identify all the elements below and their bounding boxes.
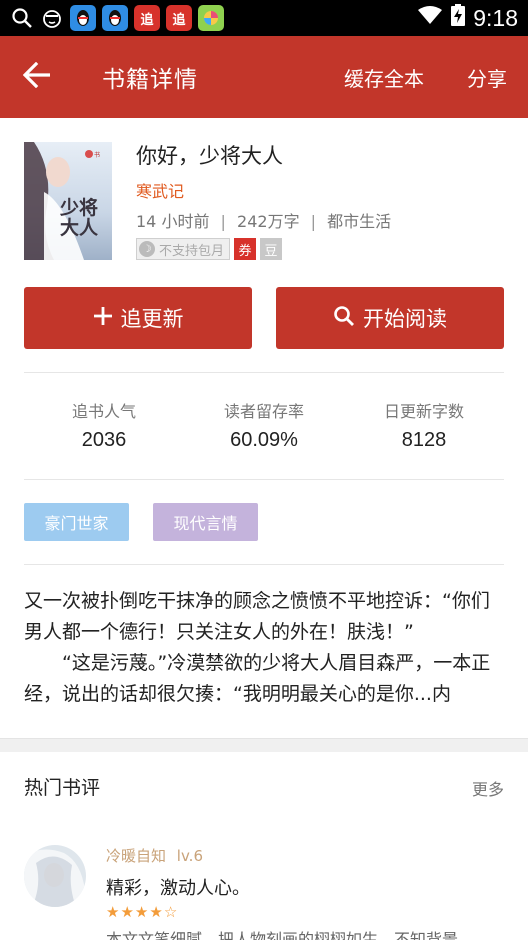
- divider: [24, 372, 504, 373]
- star-filled-icon: ★: [134, 903, 150, 921]
- stat-label: 日更新字数: [383, 402, 464, 421]
- divider: [24, 479, 504, 480]
- stat-label: 读者留存率: [223, 402, 304, 421]
- game-app-icon: [198, 5, 224, 31]
- book-author[interactable]: 寒武记: [136, 178, 184, 202]
- wifi-icon: [417, 5, 443, 31]
- stat-value: 2036: [81, 429, 127, 451]
- star-filled-icon: ★: [120, 903, 135, 921]
- page-title: 书籍详情: [102, 67, 198, 93]
- avatar[interactable]: [24, 845, 86, 907]
- meta-separator: |: [220, 212, 226, 231]
- word-count: 242万字: [237, 212, 300, 231]
- meta-separator: |: [310, 212, 317, 231]
- cache-all-button[interactable]: 缓存全本: [344, 36, 424, 118]
- updated-time: 14 小时前: [136, 212, 210, 231]
- hot-reviews-title: 热门书评: [24, 777, 101, 799]
- clock: 9:18: [473, 4, 518, 31]
- share-button[interactable]: 分享: [467, 36, 507, 118]
- start-reading-button[interactable]: 开始阅读: [276, 287, 504, 349]
- more-reviews-link[interactable]: 更多: [472, 776, 504, 800]
- status-bar: 追 追 9:18: [0, 0, 528, 36]
- stat-followers: 追书人气 2036: [24, 398, 184, 452]
- follow-updates-button[interactable]: 追更新: [24, 287, 252, 349]
- qq-penguin-icon: [70, 5, 96, 31]
- cover-title: 少将大人: [60, 197, 99, 239]
- book-description[interactable]: 又一次被扑倒吃干抹净的顾念之愤愤不平地控诉：“你们男人都一个德行！只关注女人的外…: [24, 586, 504, 710]
- review-title[interactable]: 精彩，激动人心。: [106, 874, 250, 900]
- section-separator: [0, 738, 528, 752]
- bean-tag: 豆: [260, 238, 283, 260]
- status-bar-notifications: 追 追: [10, 5, 224, 31]
- reviewer-level: lv.6: [176, 847, 203, 865]
- top-app-bar: 书籍详情 缓存全本 分享: [0, 36, 528, 118]
- book-title: 你好，少将大人: [136, 144, 283, 168]
- divider: [24, 564, 504, 565]
- stat-daily-words: 日更新字数 8128: [344, 398, 504, 452]
- reviewer-info[interactable]: 冷暖自知 lv.6: [106, 845, 203, 866]
- search-icon: [333, 305, 355, 332]
- reviewer-name: 冷暖自知: [106, 847, 167, 865]
- star-filled-icon: ★: [106, 903, 121, 921]
- follow-updates-label: 追更新: [120, 307, 184, 331]
- stat-value: 60.09%: [230, 429, 298, 451]
- plus-icon: [93, 306, 113, 331]
- book-cover[interactable]: 书 少将大人: [24, 142, 112, 260]
- start-reading-label: 开始阅读: [363, 307, 447, 331]
- category-tag[interactable]: 豪门世家: [24, 503, 129, 541]
- svg-text:书: 书: [94, 151, 100, 159]
- stat-value: 8128: [401, 429, 447, 451]
- book-tags: ☽ 不支持包月 券 豆: [136, 238, 283, 260]
- book-genre: 都市生活: [327, 212, 392, 231]
- search-icon: [10, 6, 34, 30]
- status-bar-system: 9:18: [417, 4, 518, 32]
- stat-label: 追书人气: [71, 402, 136, 421]
- arrow-left-icon: [22, 61, 51, 92]
- book-meta: 14 小时前 | 242万字 | 都市生活: [136, 208, 391, 232]
- battery-charging-icon: [451, 4, 466, 32]
- stat-retention: 读者留存率 60.09%: [184, 398, 344, 452]
- star-empty-icon: ☆: [163, 903, 179, 921]
- coupon-tag: 券: [234, 238, 257, 260]
- moon-icon: ☽: [139, 241, 155, 257]
- qq-penguin-icon: [102, 5, 128, 31]
- zhui-app-icon: 追: [166, 5, 192, 31]
- star-filled-icon: ★: [149, 903, 164, 921]
- sticker-face-icon: [40, 6, 64, 30]
- category-tag[interactable]: 现代言情: [153, 503, 258, 541]
- monthly-tag-label: 不支持包月: [159, 243, 225, 259]
- review-body[interactable]: 本文文笔细腻，把人物刻画的栩栩如生。不知背景: [106, 926, 506, 940]
- back-button[interactable]: [0, 36, 74, 118]
- review-rating: ★★★★☆: [106, 903, 178, 921]
- zhui-app-icon: 追: [134, 5, 160, 31]
- monthly-unsupported-tag: ☽ 不支持包月: [136, 238, 231, 260]
